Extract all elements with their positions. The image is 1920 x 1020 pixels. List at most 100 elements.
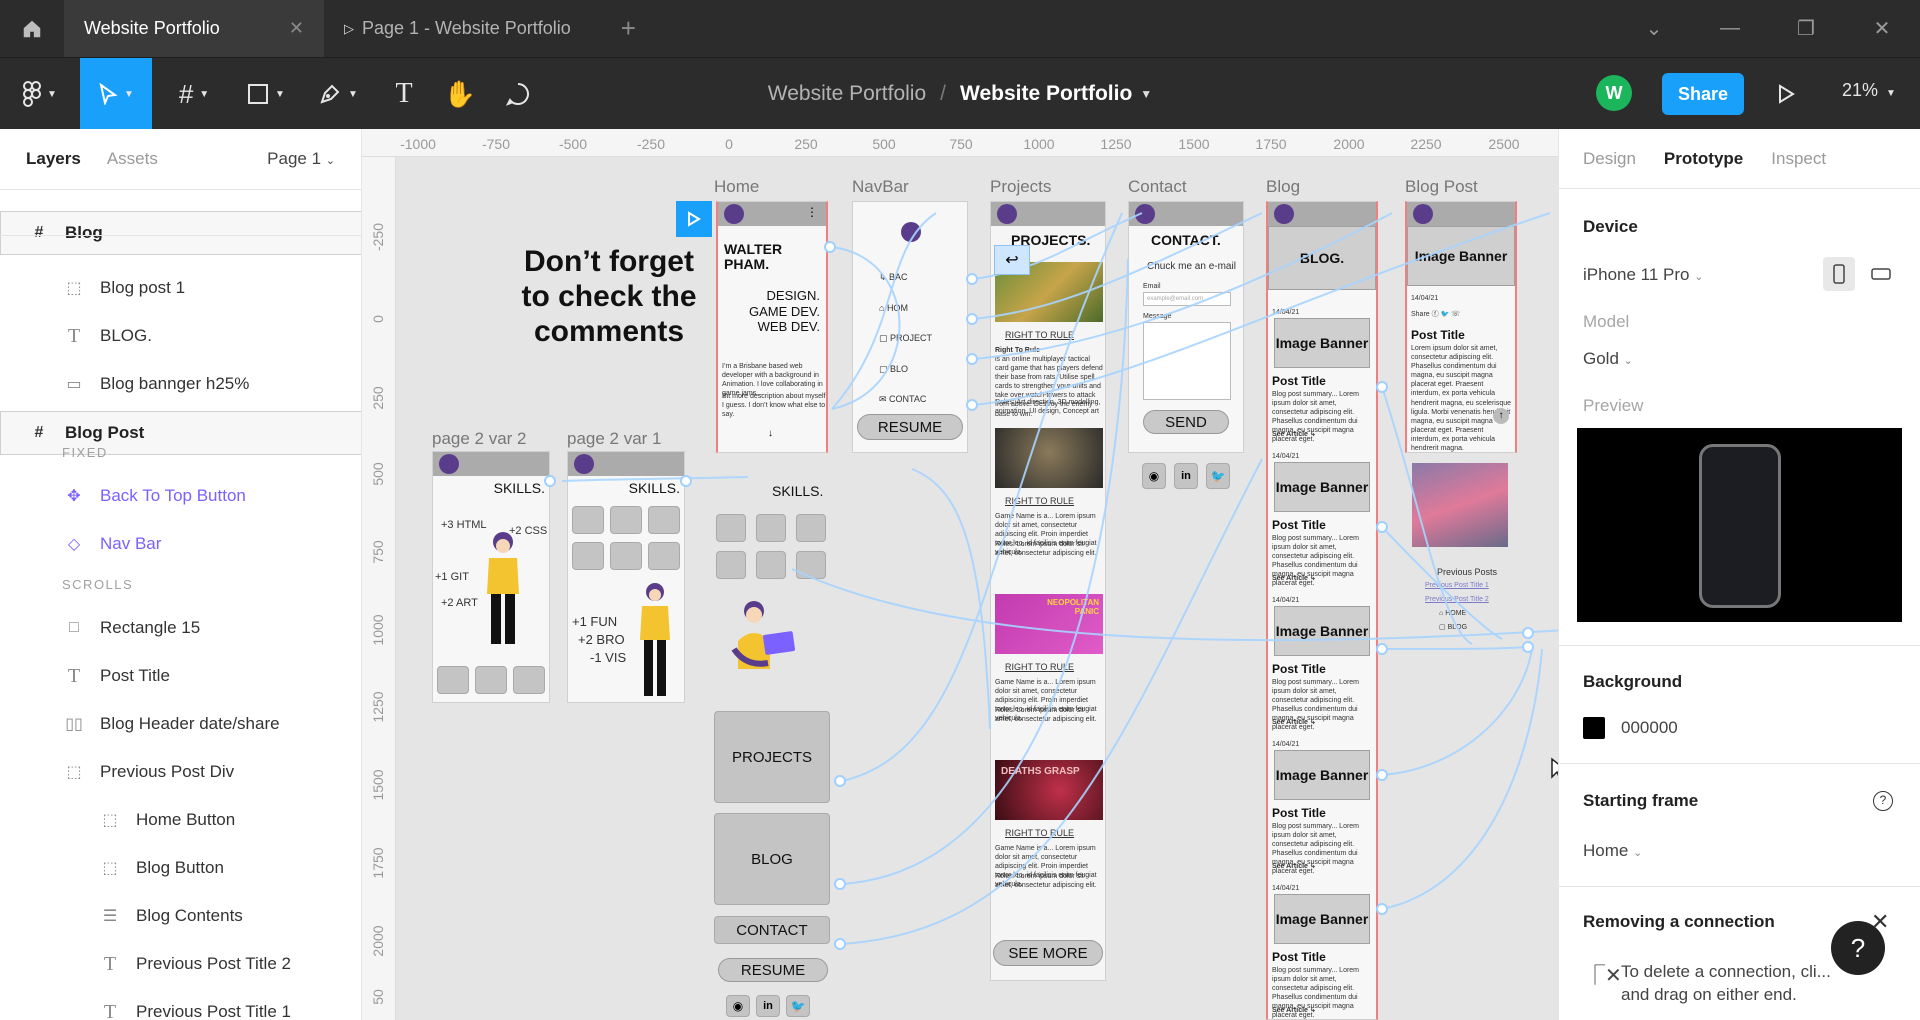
breadcrumb-project[interactable]: Website Portfolio bbox=[768, 82, 926, 106]
connection-node[interactable] bbox=[1522, 641, 1534, 653]
tab-prototype-page[interactable]: ▷ Page 1 - Website Portfolio bbox=[324, 0, 591, 57]
connection-node[interactable] bbox=[1376, 643, 1388, 655]
layer-previous-post-div[interactable]: ⬚ Previous Post Div bbox=[0, 750, 361, 794]
navbar-item-contact[interactable]: ✉ CONTAC bbox=[879, 384, 959, 415]
blog-frame[interactable]: BLOG. 14/04/21 Image Banner Post Title B… bbox=[1266, 201, 1378, 1020]
close-tab-icon[interactable]: ✕ bbox=[289, 18, 304, 39]
see-article-link[interactable]: See Article ↳ bbox=[1272, 718, 1316, 727]
layer-rectangle-15[interactable]: □ Rectangle 15 bbox=[0, 606, 361, 650]
connection-node[interactable] bbox=[834, 938, 846, 950]
design-canvas[interactable]: -1000 -750 -500 -250 0 250 500 750 1000 … bbox=[362, 129, 1558, 1020]
layer-blog-frame[interactable]: # Blog bbox=[0, 211, 361, 255]
move-tool[interactable]: ▼ bbox=[80, 58, 152, 130]
comment-tool[interactable] bbox=[490, 58, 546, 130]
see-article-link[interactable]: See Article ↳ bbox=[1272, 430, 1316, 439]
previous-post-link-1[interactable]: Previous Post Title 1 bbox=[1425, 581, 1489, 590]
connection-node[interactable] bbox=[1522, 627, 1534, 639]
chevron-down-icon[interactable]: ▼ bbox=[1140, 87, 1152, 101]
text-tool[interactable]: T bbox=[376, 58, 432, 130]
right-to-rule-link[interactable]: RIGHT TO RULE bbox=[1005, 496, 1074, 508]
layer-previous-post-title-1[interactable]: T Previous Post Title 1 bbox=[0, 990, 361, 1020]
shape-tool[interactable]: ▼ bbox=[232, 58, 300, 130]
pen-tool[interactable]: ▼ bbox=[304, 58, 372, 130]
send-button[interactable]: SEND bbox=[1143, 410, 1229, 434]
see-article-link[interactable]: See Article ↳ bbox=[1272, 1006, 1316, 1015]
tab-layers[interactable]: Layers bbox=[26, 149, 81, 169]
frame-label-blog[interactable]: Blog bbox=[1266, 177, 1300, 197]
page2-var1-frame[interactable]: SKILLS. +1 FUN +2 BRO -1 VIS bbox=[567, 451, 685, 703]
home-blog-button[interactable]: BLOG bbox=[714, 813, 830, 905]
back-to-top-icon[interactable]: ↑ bbox=[1493, 408, 1509, 424]
linkedin-icon[interactable]: in bbox=[1174, 463, 1198, 489]
blog-post-frame[interactable]: Image Banner 14/04/21 Share ⓕ 🐦 ☏ Post T… bbox=[1405, 201, 1517, 453]
see-article-link[interactable]: See Article ↳ bbox=[1272, 862, 1316, 871]
device-select[interactable]: iPhone 11 Pro ⌄ bbox=[1583, 265, 1703, 285]
navbar-item-blog[interactable]: ▢ BLO bbox=[879, 354, 959, 385]
github-icon[interactable]: ◉ bbox=[726, 995, 750, 1017]
zoom-menu[interactable]: 21% ▼ bbox=[1842, 80, 1896, 101]
starting-frame-flag[interactable] bbox=[676, 201, 712, 237]
comment-reminder-text[interactable]: Don’t forget to check the comments bbox=[514, 244, 704, 349]
connection-node[interactable] bbox=[966, 273, 978, 285]
frame-tool[interactable]: # ▼ bbox=[160, 58, 228, 130]
navbar-item-home[interactable]: ⌂ HOM bbox=[879, 293, 959, 324]
tab-website-portfolio[interactable]: Website Portfolio ✕ bbox=[64, 0, 324, 57]
home-contact-button[interactable]: CONTACT bbox=[714, 916, 830, 944]
frame-label-page2var2[interactable]: page 2 var 2 bbox=[432, 429, 527, 449]
close-window-icon[interactable]: ✕ bbox=[1844, 16, 1920, 41]
starting-frame-select[interactable]: Home ⌄ bbox=[1583, 841, 1642, 861]
layer-blog-button[interactable]: ⬚ Blog Button bbox=[0, 846, 361, 890]
navbar-item-projects[interactable]: ▢ PROJECT bbox=[879, 323, 959, 354]
page-selector[interactable]: Page 1 ⌄ bbox=[267, 149, 335, 169]
landscape-orientation-button[interactable] bbox=[1865, 257, 1897, 291]
frame-label-projects[interactable]: Projects bbox=[990, 177, 1051, 197]
tab-design[interactable]: Design bbox=[1583, 149, 1636, 169]
message-textarea[interactable] bbox=[1143, 322, 1231, 400]
page2-var2-frame[interactable]: SKILLS. +3 HTML +2 CSS +1 GIT +2 ART bbox=[432, 451, 550, 703]
background-color-swatch[interactable] bbox=[1583, 717, 1605, 739]
connection-node[interactable] bbox=[680, 475, 692, 487]
layer-blog-post-frame[interactable]: # Blog Post bbox=[0, 411, 361, 455]
layer-previous-post-title-2[interactable]: T Previous Post Title 2 bbox=[0, 942, 361, 986]
connection-node[interactable] bbox=[834, 775, 846, 787]
help-circle-icon[interactable]: ? bbox=[1873, 791, 1893, 811]
connection-node[interactable] bbox=[834, 878, 846, 890]
help-button[interactable]: ? bbox=[1831, 921, 1885, 975]
home-button[interactable] bbox=[0, 0, 64, 57]
email-input[interactable]: example@email.com bbox=[1143, 292, 1231, 306]
connection-node[interactable] bbox=[1376, 521, 1388, 533]
connection-node[interactable] bbox=[1376, 381, 1388, 393]
blog-post-blog-link[interactable]: ▢ BLOG bbox=[1439, 623, 1467, 632]
contact-frame[interactable]: CONTACT. Chuck me an e-mail Email exampl… bbox=[1128, 201, 1244, 453]
restore-icon[interactable]: ❐ bbox=[1768, 16, 1844, 41]
connection-node[interactable] bbox=[966, 399, 978, 411]
breadcrumb-file[interactable]: Website Portfolio bbox=[960, 82, 1132, 106]
connection-node[interactable] bbox=[966, 353, 978, 365]
home-projects-button[interactable]: PROJECTS bbox=[714, 711, 830, 803]
layer-blog-banner[interactable]: ▭ Blog bannger h25% bbox=[0, 362, 361, 406]
model-select[interactable]: Gold ⌄ bbox=[1583, 349, 1633, 369]
connection-node[interactable] bbox=[824, 241, 836, 253]
linkedin-icon[interactable]: in bbox=[756, 995, 780, 1017]
home-frame[interactable]: ⋮ WALTER PHAM. DESIGN. GAME DEV. WEB DEV… bbox=[716, 201, 828, 453]
tab-prototype[interactable]: Prototype bbox=[1664, 149, 1743, 169]
present-button[interactable] bbox=[1770, 78, 1802, 110]
projects-frame[interactable]: PROJECTS. RIGHT TO RULE Right To Rule is… bbox=[990, 201, 1106, 981]
see-more-button[interactable]: SEE MORE bbox=[993, 940, 1103, 966]
layer-blog-post-1[interactable]: ⬚ Blog post 1 bbox=[0, 266, 361, 310]
navbar-item-back[interactable]: ↳ BAC bbox=[879, 262, 959, 293]
tab-inspect[interactable]: Inspect bbox=[1771, 149, 1826, 169]
layer-back-to-top-button[interactable]: ✥ Back To Top Button bbox=[0, 474, 361, 518]
connection-node[interactable] bbox=[544, 475, 556, 487]
portrait-orientation-button[interactable] bbox=[1823, 257, 1855, 291]
navbar-resume-button[interactable]: RESUME bbox=[857, 414, 963, 440]
share-button[interactable]: Share bbox=[1662, 73, 1744, 115]
right-to-rule-link[interactable]: RIGHT TO RULE bbox=[1005, 330, 1074, 342]
frame-label-navbar[interactable]: NavBar bbox=[852, 177, 909, 197]
github-icon[interactable]: ◉ bbox=[1142, 463, 1166, 489]
connection-node[interactable] bbox=[1376, 903, 1388, 915]
tab-assets[interactable]: Assets bbox=[107, 149, 158, 169]
navbar-frame[interactable]: ↳ BAC ⌂ HOM ▢ PROJECT ▢ BLO ✉ CONTAC RES… bbox=[852, 201, 968, 453]
layer-blog-text[interactable]: T BLOG. bbox=[0, 314, 361, 358]
connection-node[interactable] bbox=[1376, 769, 1388, 781]
